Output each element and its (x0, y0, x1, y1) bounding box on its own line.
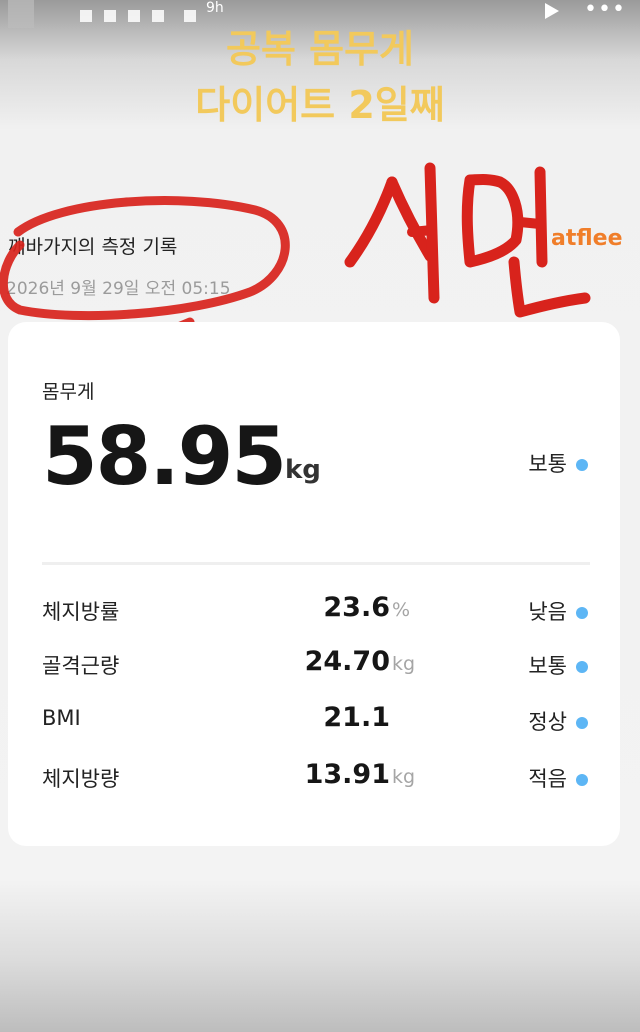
metric-unit: kg (392, 766, 416, 788)
metric-unit: kg (392, 653, 416, 675)
metric-value: 21.1 (323, 702, 390, 733)
status-dot-icon (576, 661, 588, 673)
weight-status-label: 보통 (528, 452, 567, 476)
divider (42, 562, 590, 565)
metric-value: 23.6 (323, 592, 390, 623)
status-dot-icon (576, 774, 588, 786)
metric-status-label: 보통 (528, 654, 567, 678)
metric-row-bmi: BMI 21.1 정상 (8, 702, 620, 746)
metric-row-body-fat-percent: 체지방률 23.6 % 낮음 (8, 592, 620, 636)
status-dot-icon (576, 459, 588, 471)
metric-status-label: 정상 (528, 710, 567, 734)
metric-row-body-fat-mass: 체지방량 13.91 kg 적음 (8, 759, 620, 803)
status-dot-icon (576, 717, 588, 729)
metric-unit: % (392, 599, 411, 621)
metric-name: BMI (42, 706, 81, 730)
metric-name: 체지방률 (42, 600, 120, 624)
metric-value: 13.91 (304, 759, 390, 790)
metric-status: 정상 (528, 706, 588, 736)
weight-label: 몸무게 (42, 381, 95, 403)
weight-unit: kg (285, 455, 321, 485)
metric-status: 보통 (528, 650, 588, 680)
metric-name: 체지방량 (42, 767, 120, 791)
metric-status: 낮음 (528, 596, 588, 626)
metric-status: 적음 (528, 763, 588, 793)
metric-value: 24.70 (304, 646, 390, 677)
status-dot-icon (576, 607, 588, 619)
metric-status-label: 적음 (528, 767, 567, 791)
weight-value: 58.95 (42, 410, 287, 503)
metric-status-label: 낮음 (528, 600, 567, 624)
metric-name: 골격근량 (42, 654, 120, 678)
metric-row-skeletal-muscle: 골격근량 24.70 kg 보통 (8, 646, 620, 690)
measurement-card: 몸무게 58.95 kg 보통 체지방률 23.6 % 낮음 골격근량 24.7… (8, 322, 620, 846)
weight-status: 보통 (528, 448, 588, 478)
